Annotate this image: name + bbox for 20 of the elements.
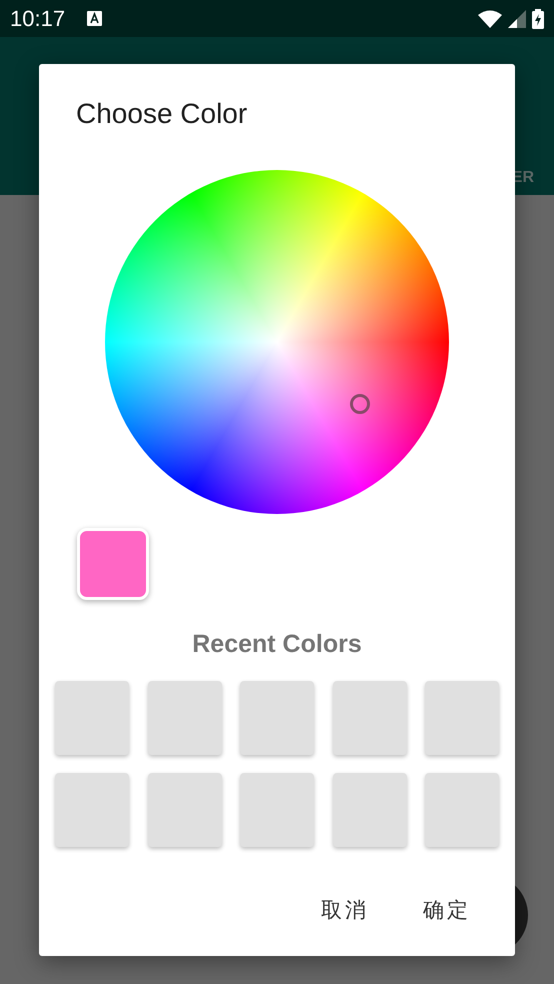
recent-color-slot[interactable]	[148, 681, 222, 755]
keyboard-icon	[87, 11, 102, 26]
status-time: 10:17	[10, 6, 66, 32]
dialog-title: Choose Color	[75, 97, 248, 131]
recent-color-slot[interactable]	[332, 681, 406, 755]
recent-color-slot[interactable]	[55, 773, 129, 847]
battery-icon	[532, 8, 544, 28]
recent-color-slot[interactable]	[425, 773, 499, 847]
recent-colors-heading: Recent Colors	[191, 630, 363, 659]
wifi-icon	[478, 10, 502, 28]
recent-color-slot[interactable]	[55, 681, 129, 755]
dialog-button[interactable]: 确定	[423, 890, 471, 930]
recent-color-slot[interactable]	[240, 773, 314, 847]
recent-color-slot[interactable]	[240, 681, 314, 755]
recent-color-slot[interactable]	[332, 773, 406, 847]
recent-color-slot[interactable]	[148, 773, 222, 847]
signal-icon	[508, 10, 526, 28]
dialog-button[interactable]: 取消	[321, 890, 369, 930]
color-picker-handle[interactable]	[350, 394, 370, 414]
recent-color-slot[interactable]	[425, 681, 499, 755]
